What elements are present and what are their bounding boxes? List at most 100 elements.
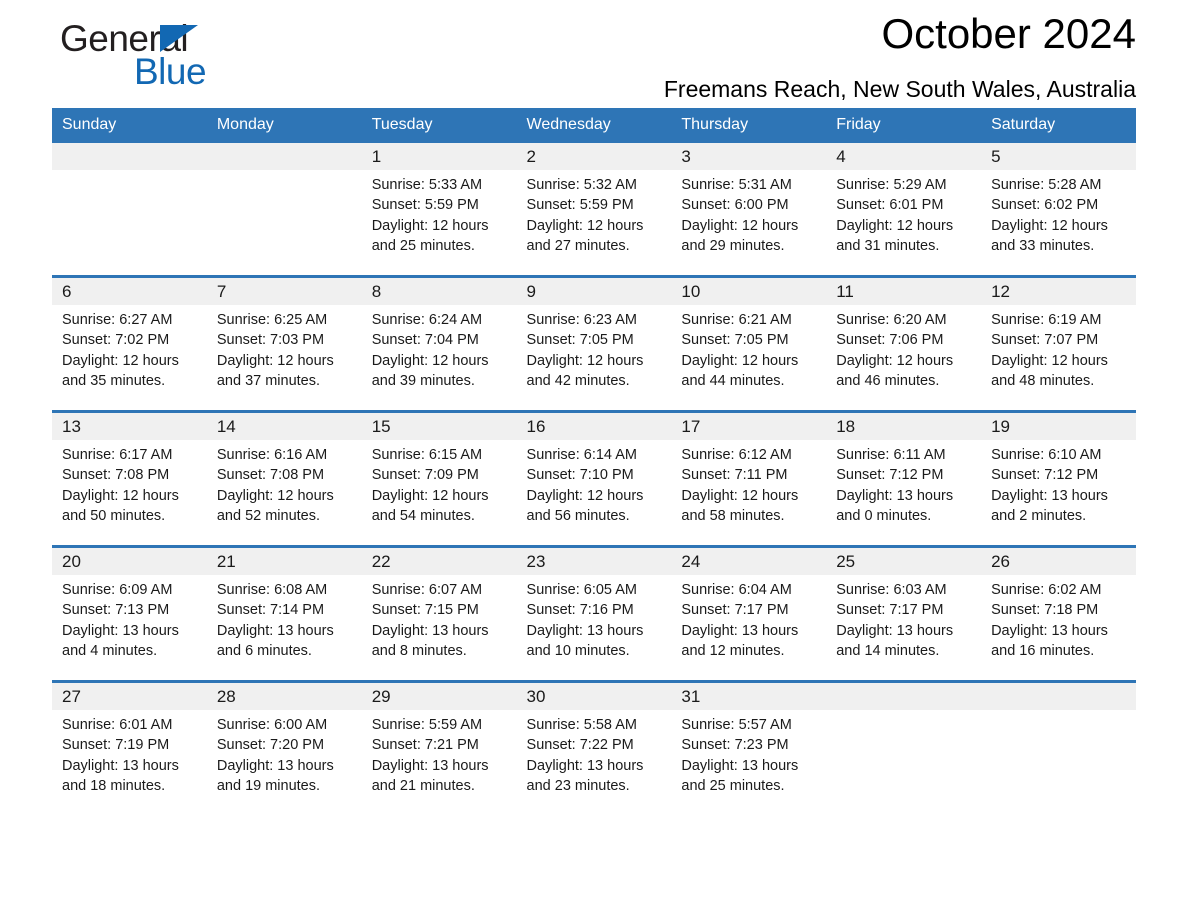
daylight-text-line1: Daylight: 13 hours xyxy=(371,757,489,774)
day-cell-content: 10 Sunrise: 6:21 AM Sunset: 7:05 PM Dayligh… xyxy=(671,278,827,410)
calendar-day-cell[interactable]: 15 Sunrise: 6:15 AM Sunset: 7:09 PM Dayligh… xyxy=(361,410,517,547)
daylight-text-line2: and 50 minutes. xyxy=(62,507,166,524)
sunrise-text: Sunrise: 6:08 AM xyxy=(216,582,328,598)
day-number: 20 xyxy=(52,548,207,575)
day-sun-info: Sunrise: 6:09 AM Sunset: 7:13 PM Daylight:… xyxy=(52,575,207,661)
sunset-text: Sunset: 7:11 PM xyxy=(681,467,788,484)
sunrise-text: Sunrise: 6:17 AM xyxy=(62,447,173,463)
daylight-text-line2: and 29 minutes. xyxy=(681,237,785,254)
daylight-text-line1: Daylight: 12 hours xyxy=(216,352,334,369)
calendar-day-cell[interactable]: 4 Sunrise: 5:29 AM Sunset: 6:01 PM Daylight… xyxy=(826,143,982,277)
weekday-header-tuesday: Tuesday xyxy=(361,108,517,143)
day-sun-info: Sunrise: 5:59 AM Sunset: 7:21 PM Daylight:… xyxy=(362,710,517,796)
sunset-text: Sunset: 7:10 PM xyxy=(526,467,634,484)
day-sun-info: Sunrise: 6:00 AM Sunset: 7:20 PM Daylight:… xyxy=(207,710,362,796)
sunset-text: Sunset: 7:12 PM xyxy=(836,467,944,484)
empty-day xyxy=(826,683,982,815)
day-cell-content: 1 Sunrise: 5:33 AM Sunset: 5:59 PM Daylight… xyxy=(361,143,517,275)
daylight-text-line1: Daylight: 12 hours xyxy=(526,487,644,504)
daylight-text-line2: and 37 minutes. xyxy=(216,372,321,389)
day-number: 9 xyxy=(516,278,672,305)
calendar-day-cell[interactable]: 20 Sunrise: 6:09 AM Sunset: 7:13 PM Dayligh… xyxy=(52,545,207,682)
sunrise-text: Sunrise: 6:03 AM xyxy=(836,582,947,598)
calendar-day-cell[interactable]: 21 Sunrise: 6:08 AM Sunset: 7:14 PM Dayligh… xyxy=(206,545,362,682)
weekday-header-saturday: Saturday xyxy=(981,108,1136,143)
empty-day xyxy=(981,683,1136,815)
sunrise-text: Sunrise: 6:24 AM xyxy=(371,312,483,328)
daylight-text-line1: Daylight: 13 hours xyxy=(62,622,179,639)
calendar-week-row: 6 Sunrise: 6:27 AM Sunset: 7:02 PM Daylight… xyxy=(52,275,1136,412)
calendar-day-cell[interactable]: 19 Sunrise: 6:10 AM Sunset: 7:12 PM Dayligh… xyxy=(981,410,1136,547)
sunrise-text: Sunrise: 6:07 AM xyxy=(371,582,483,598)
day-number: 11 xyxy=(826,278,982,305)
daylight-text-line1: Daylight: 12 hours xyxy=(681,487,799,504)
calendar-day-cell[interactable]: 7 Sunrise: 6:25 AM Sunset: 7:03 PM Daylight… xyxy=(206,275,362,412)
calendar-week-row: 27 Sunrise: 6:01 AM Sunset: 7:19 PM Dayligh… xyxy=(52,680,1136,815)
sunrise-text: Sunrise: 5:29 AM xyxy=(836,177,947,193)
day-sun-info: Sunrise: 6:04 AM Sunset: 7:17 PM Daylight:… xyxy=(671,575,826,661)
calendar-day-cell[interactable]: 23 Sunrise: 6:05 AM Sunset: 7:16 PM Dayligh… xyxy=(516,545,672,682)
day-cell-content: 27 Sunrise: 6:01 AM Sunset: 7:19 PM Dayligh… xyxy=(52,683,207,815)
calendar-day-cell[interactable]: 9 Sunrise: 6:23 AM Sunset: 7:05 PM Daylight… xyxy=(516,275,672,412)
calendar-day-cell[interactable]: 13 Sunrise: 6:17 AM Sunset: 7:08 PM Dayligh… xyxy=(52,410,207,547)
sunset-text: Sunset: 7:18 PM xyxy=(991,602,1099,619)
generalblue-logo[interactable]: General Blue xyxy=(60,18,320,94)
daylight-text-line1: Daylight: 13 hours xyxy=(216,622,334,639)
calendar-week-row: 1 Sunrise: 5:33 AM Sunset: 5:59 PM Daylight… xyxy=(52,143,1136,277)
daylight-text-line1: Daylight: 13 hours xyxy=(836,487,954,504)
day-number: 29 xyxy=(361,683,517,710)
calendar-day-cell[interactable]: 25 Sunrise: 6:03 AM Sunset: 7:17 PM Dayligh… xyxy=(826,545,982,682)
day-number: 2 xyxy=(516,143,672,170)
calendar-day-cell[interactable]: 18 Sunrise: 6:11 AM Sunset: 7:12 PM Dayligh… xyxy=(826,410,982,547)
daylight-text-line1: Daylight: 13 hours xyxy=(62,757,179,774)
calendar-day-cell[interactable]: 2 Sunrise: 5:32 AM Sunset: 5:59 PM Daylight… xyxy=(516,143,672,277)
calendar-day-cell[interactable]: 24 Sunrise: 6:04 AM Sunset: 7:17 PM Dayligh… xyxy=(671,545,827,682)
day-number-band xyxy=(981,683,1136,710)
calendar-day-cell[interactable]: 6 Sunrise: 6:27 AM Sunset: 7:02 PM Daylight… xyxy=(52,275,207,412)
day-number: 22 xyxy=(361,548,517,575)
day-number: 18 xyxy=(826,413,982,440)
sunset-text: Sunset: 7:21 PM xyxy=(371,737,479,754)
sunset-text: Sunset: 7:17 PM xyxy=(681,602,789,619)
day-cell-content: 26 Sunrise: 6:02 AM Sunset: 7:18 PM Dayligh… xyxy=(981,548,1136,680)
sunset-text: Sunset: 7:20 PM xyxy=(216,737,325,754)
page-title: October 2024 xyxy=(881,10,1136,57)
calendar-day-cell[interactable]: 14 Sunrise: 6:16 AM Sunset: 7:08 PM Dayligh… xyxy=(206,410,362,547)
calendar-day-cell[interactable]: 29 Sunrise: 5:59 AM Sunset: 7:21 PM Dayligh… xyxy=(361,680,517,815)
sunrise-text: Sunrise: 6:21 AM xyxy=(681,312,792,328)
calendar-day-cell[interactable]: 10 Sunrise: 6:21 AM Sunset: 7:05 PM Dayligh… xyxy=(671,275,827,412)
calendar-week-row: 20 Sunrise: 6:09 AM Sunset: 7:13 PM Dayligh… xyxy=(52,545,1136,682)
daylight-text-line2: and 2 minutes. xyxy=(991,507,1087,524)
day-sun-info: Sunrise: 5:58 AM Sunset: 7:22 PM Daylight:… xyxy=(517,710,672,796)
day-number: 30 xyxy=(516,683,672,710)
daylight-text-line1: Daylight: 13 hours xyxy=(991,487,1108,504)
day-cell-content: 11 Sunrise: 6:20 AM Sunset: 7:06 PM Dayligh… xyxy=(826,278,982,410)
calendar-day-cell[interactable]: 17 Sunrise: 6:12 AM Sunset: 7:11 PM Dayligh… xyxy=(671,410,827,547)
daylight-text-line2: and 44 minutes. xyxy=(681,372,785,389)
calendar-day-cell-empty xyxy=(981,680,1136,815)
sunset-text: Sunset: 7:17 PM xyxy=(836,602,944,619)
day-cell-content: 9 Sunrise: 6:23 AM Sunset: 7:05 PM Daylight… xyxy=(516,278,672,410)
calendar-day-cell[interactable]: 5 Sunrise: 5:28 AM Sunset: 6:02 PM Daylight… xyxy=(981,143,1136,277)
day-cell-content: 30 Sunrise: 5:58 AM Sunset: 7:22 PM Dayligh… xyxy=(516,683,672,815)
calendar-day-cell[interactable]: 31 Sunrise: 5:57 AM Sunset: 7:23 PM Dayligh… xyxy=(671,680,827,815)
calendar-day-cell[interactable]: 22 Sunrise: 6:07 AM Sunset: 7:15 PM Dayligh… xyxy=(361,545,517,682)
day-number: 8 xyxy=(361,278,517,305)
calendar-day-cell[interactable]: 26 Sunrise: 6:02 AM Sunset: 7:18 PM Dayligh… xyxy=(981,545,1136,682)
calendar-day-cell[interactable]: 30 Sunrise: 5:58 AM Sunset: 7:22 PM Dayligh… xyxy=(516,680,672,815)
day-number: 4 xyxy=(826,143,982,170)
day-cell-content: 28 Sunrise: 6:00 AM Sunset: 7:20 PM Dayligh… xyxy=(206,683,362,815)
calendar-day-cell[interactable]: 1 Sunrise: 5:33 AM Sunset: 5:59 PM Daylight… xyxy=(361,143,517,277)
calendar-day-cell[interactable]: 12 Sunrise: 6:19 AM Sunset: 7:07 PM Dayligh… xyxy=(981,275,1136,412)
calendar-day-cell[interactable]: 27 Sunrise: 6:01 AM Sunset: 7:19 PM Dayligh… xyxy=(52,680,207,815)
daylight-text-line2: and 56 minutes. xyxy=(526,507,630,524)
calendar-day-cell[interactable]: 3 Sunrise: 5:31 AM Sunset: 6:00 PM Daylight… xyxy=(671,143,827,277)
calendar-day-cell[interactable]: 16 Sunrise: 6:14 AM Sunset: 7:10 PM Dayligh… xyxy=(516,410,672,547)
daylight-text-line1: Daylight: 12 hours xyxy=(991,217,1108,234)
day-cell-content: 13 Sunrise: 6:17 AM Sunset: 7:08 PM Dayligh… xyxy=(52,413,207,545)
calendar-day-cell[interactable]: 28 Sunrise: 6:00 AM Sunset: 7:20 PM Dayligh… xyxy=(206,680,362,815)
day-number: 19 xyxy=(981,413,1136,440)
sunrise-text: Sunrise: 6:04 AM xyxy=(681,582,792,598)
calendar-day-cell[interactable]: 8 Sunrise: 6:24 AM Sunset: 7:04 PM Daylight… xyxy=(361,275,517,412)
calendar-day-cell[interactable]: 11 Sunrise: 6:20 AM Sunset: 7:06 PM Dayligh… xyxy=(826,275,982,412)
